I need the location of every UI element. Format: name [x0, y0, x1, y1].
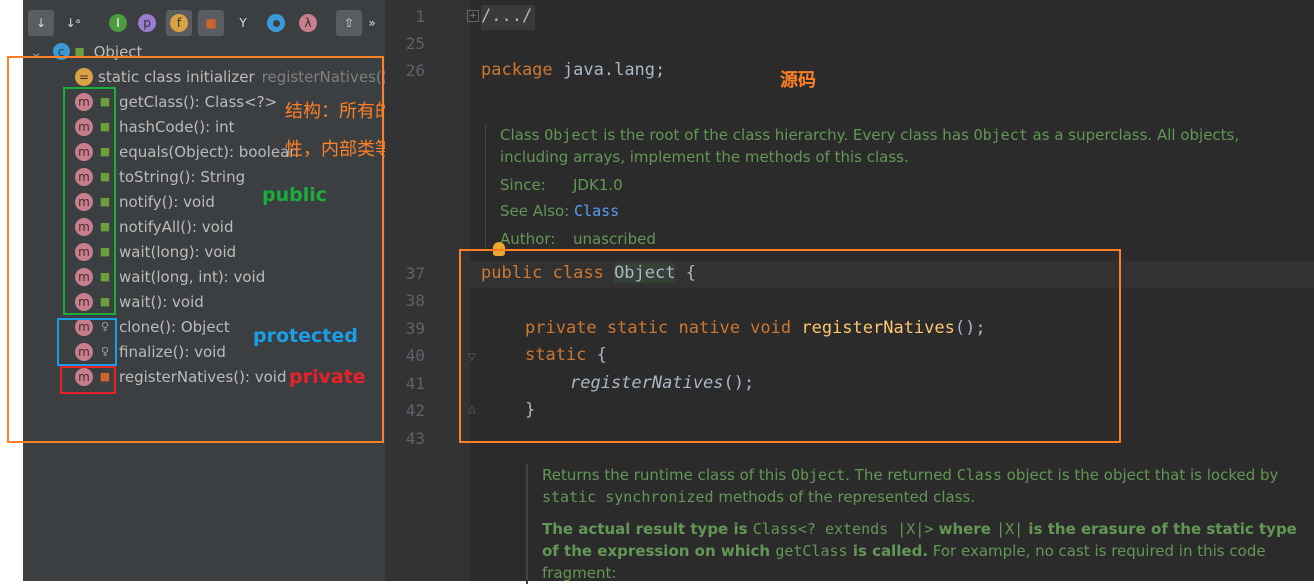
autoscroll-button[interactable]: ⇧ [336, 10, 362, 36]
line-number: 42 [405, 401, 425, 420]
sort-alpha-icon: ↓ᵃ [65, 16, 81, 30]
public-annotation: public [262, 184, 328, 206]
source-annotation: 源码 [780, 70, 816, 91]
line-number: 26 [405, 61, 425, 80]
folded-header: /.../ [481, 6, 533, 26]
more-button[interactable]: » [362, 10, 382, 36]
line-number: 41 [405, 374, 425, 393]
expand-fold-icon[interactable]: + [467, 10, 479, 22]
show-fields-button[interactable]: f [166, 10, 192, 36]
structure-toolbar: ↓ ↓ᵃ I p f ■ Y λ ⇧ » [23, 4, 385, 38]
sort-by-visibility-button[interactable]: ↓ [28, 10, 54, 36]
branch-icon: Y [239, 16, 247, 30]
show-inherited-button[interactable]: I [105, 10, 131, 36]
show-properties-button[interactable]: p [134, 10, 160, 36]
line-number: 37 [405, 264, 425, 283]
property-icon: p [138, 14, 156, 32]
public-highlight-box [63, 87, 116, 315]
method-javadoc: Returns the runtime class of this Object… [526, 464, 1312, 584]
line-number: 25 [405, 34, 425, 53]
sort-alphabetically-button[interactable]: ↓ᵃ [60, 10, 86, 36]
private-annotation: private [289, 366, 366, 388]
show-anonymous-button[interactable]: Y [230, 10, 256, 36]
lock-icon: ■ [205, 16, 217, 30]
protected-annotation: protected [253, 325, 358, 347]
show-interfaces-button[interactable] [263, 10, 289, 36]
field-icon: f [170, 14, 188, 32]
interface-icon [267, 14, 285, 32]
line-number: 40 [405, 346, 425, 365]
protected-highlight-box [57, 318, 117, 366]
package-name: java.lang; [562, 60, 666, 80]
inherited-icon: I [109, 14, 127, 32]
show-lambdas-button[interactable]: λ [295, 10, 321, 36]
line-number: 1 [415, 7, 425, 26]
private-highlight-box [60, 366, 116, 394]
show-non-public-button[interactable]: ■ [198, 10, 224, 36]
source-highlight-box [459, 249, 1121, 443]
line-number: 39 [405, 319, 425, 338]
see-also-link[interactable]: Class [574, 202, 619, 220]
class-javadoc: Class Object is the root of the class hi… [485, 124, 1290, 250]
lambda-icon: λ [299, 14, 317, 32]
sort-visibility-icon: ↓ [35, 16, 47, 30]
package-keyword: package [481, 60, 553, 80]
line-number: 43 [405, 429, 425, 448]
autoscroll-icon: ⇧ [343, 16, 355, 30]
line-number: 38 [405, 291, 425, 310]
